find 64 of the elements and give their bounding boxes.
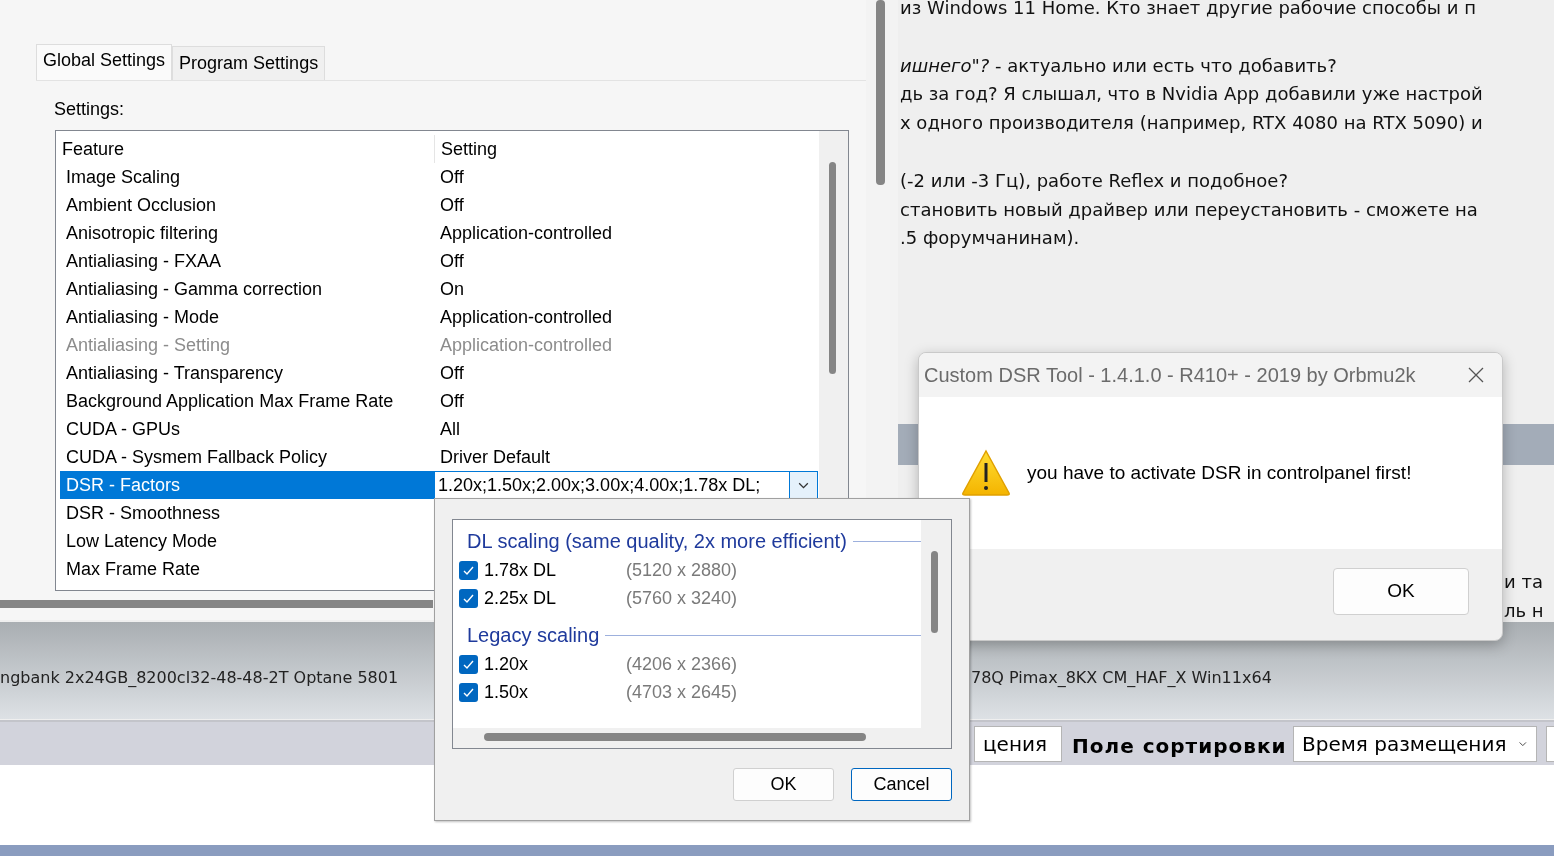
feature-cell[interactable]: Anisotropic filtering [60, 219, 434, 247]
group-title: Legacy scaling [467, 623, 600, 648]
checkbox[interactable] [459, 560, 478, 580]
feature-cell[interactable]: Low Latency Mode [60, 527, 434, 555]
resolution-text: (5760 x 3240) [626, 586, 738, 610]
resolution-text: (4703 x 2645) [626, 680, 738, 704]
post-text-line: ль н [1504, 598, 1544, 623]
settings-tab[interactable]: Global Settings [36, 44, 173, 80]
settings-tab[interactable]: Program Settings [172, 46, 326, 80]
settings-label: Settings: [54, 98, 125, 121]
order-select[interactable]: цения [974, 726, 1062, 762]
post-text-line: из Windows 11 Home. Кто знает другие рабочие способы и п [900, 0, 1477, 20]
feature-cell[interactable]: Antialiasing - Gamma correction [60, 275, 434, 303]
feature-cell[interactable]: Image Scaling [60, 163, 434, 191]
resolution-text: (5120 x 2880) [626, 558, 738, 582]
checkbox[interactable] [459, 682, 478, 702]
checkbox[interactable] [459, 654, 478, 674]
feature-cell[interactable]: DSR - Smoothness [60, 499, 434, 527]
signature-text: ngbank 2x24GB_8200cl32-48-48-2T Optane 5801 [0, 667, 399, 689]
feature-cell[interactable]: CUDA - GPUs [60, 415, 434, 443]
feature-cell[interactable]: Max Frame Rate [60, 555, 434, 583]
sort-select[interactable]: Время размещения [1293, 726, 1537, 762]
post-text-line: становить новый драйвер или переустановить - сможете на [900, 197, 1479, 222]
feature-cell[interactable]: Background Application Max Frame Rate [60, 387, 434, 415]
setting-cell-text: Application-controlled [439, 334, 614, 357]
dialog-message: you have to activate DSR in controlpanel first! [1027, 460, 1412, 485]
sort-label: Поле сортировки [1072, 733, 1287, 760]
post-text-line: дь за год? Я слышал, что в Nvidia App добавили уже настрой [900, 82, 1483, 107]
setting-cell-text: On [439, 278, 465, 301]
factor-label: 1.20x [484, 652, 530, 676]
ok-button[interactable]: OK [733, 768, 834, 801]
post-text-line: (-2 или -3 Гц), работе Reflex и подобное? [900, 168, 1289, 193]
factor-label: 1.78x DL [484, 558, 558, 582]
setting-cell-text: Off [439, 194, 465, 217]
setting-cell-text: Off [439, 362, 465, 385]
setting-cell-text: Application-controlled [439, 306, 614, 329]
setting-cell-text: Off [439, 250, 465, 273]
cancel-button[interactable]: Cancel [851, 768, 952, 801]
setting-cell-text: Off [439, 166, 465, 189]
checkbox[interactable] [459, 588, 478, 608]
warning-icon [961, 449, 1011, 497]
feature-cell[interactable]: Antialiasing - Transparency [60, 359, 434, 387]
post-text-line: ишнего"? - актуально или есть что добавить? [900, 53, 1338, 78]
feature-cell[interactable]: Ambient Occlusion [60, 191, 434, 219]
resolution-text: (4206 x 2366) [626, 652, 738, 676]
post-text-line: х одного производителя (например, RTX 4080 на RTX 5090) и [900, 111, 1483, 136]
column-header: Feature [61, 138, 126, 161]
column-header: Setting [434, 135, 818, 163]
setting-cell-text: Application-controlled [439, 222, 614, 245]
setting-cell-text: All [439, 418, 461, 441]
setting-cell-text: Driver Default [439, 446, 552, 469]
ok-button[interactable]: OK [1333, 568, 1469, 615]
factor-label: 2.25x DL [484, 586, 558, 610]
group-title: DL scaling (same quality, 2x more efficient) [467, 529, 847, 554]
dialog-title: Custom DSR Tool - 1.4.1.0 - R410+ - 2019 by Orbmu2k [924, 363, 1416, 388]
factor-label: 1.50x [484, 680, 530, 704]
feature-cell[interactable]: CUDA - Sysmem Fallback Policy [60, 443, 434, 471]
signature-text: 78Q Pimax_8KX CM_HAF_X Win11x64 [971, 667, 1272, 689]
feature-cell[interactable]: Antialiasing - Mode [60, 303, 434, 331]
setting-cell-text: Off [439, 390, 465, 413]
post-text-line: и та [1504, 570, 1544, 594]
post-text-line: .5 форумчанинам). [900, 226, 1081, 251]
feature-cell[interactable]: Antialiasing - FXAA [60, 247, 434, 275]
feature-cell[interactable]: DSR - Factors [60, 471, 434, 499]
